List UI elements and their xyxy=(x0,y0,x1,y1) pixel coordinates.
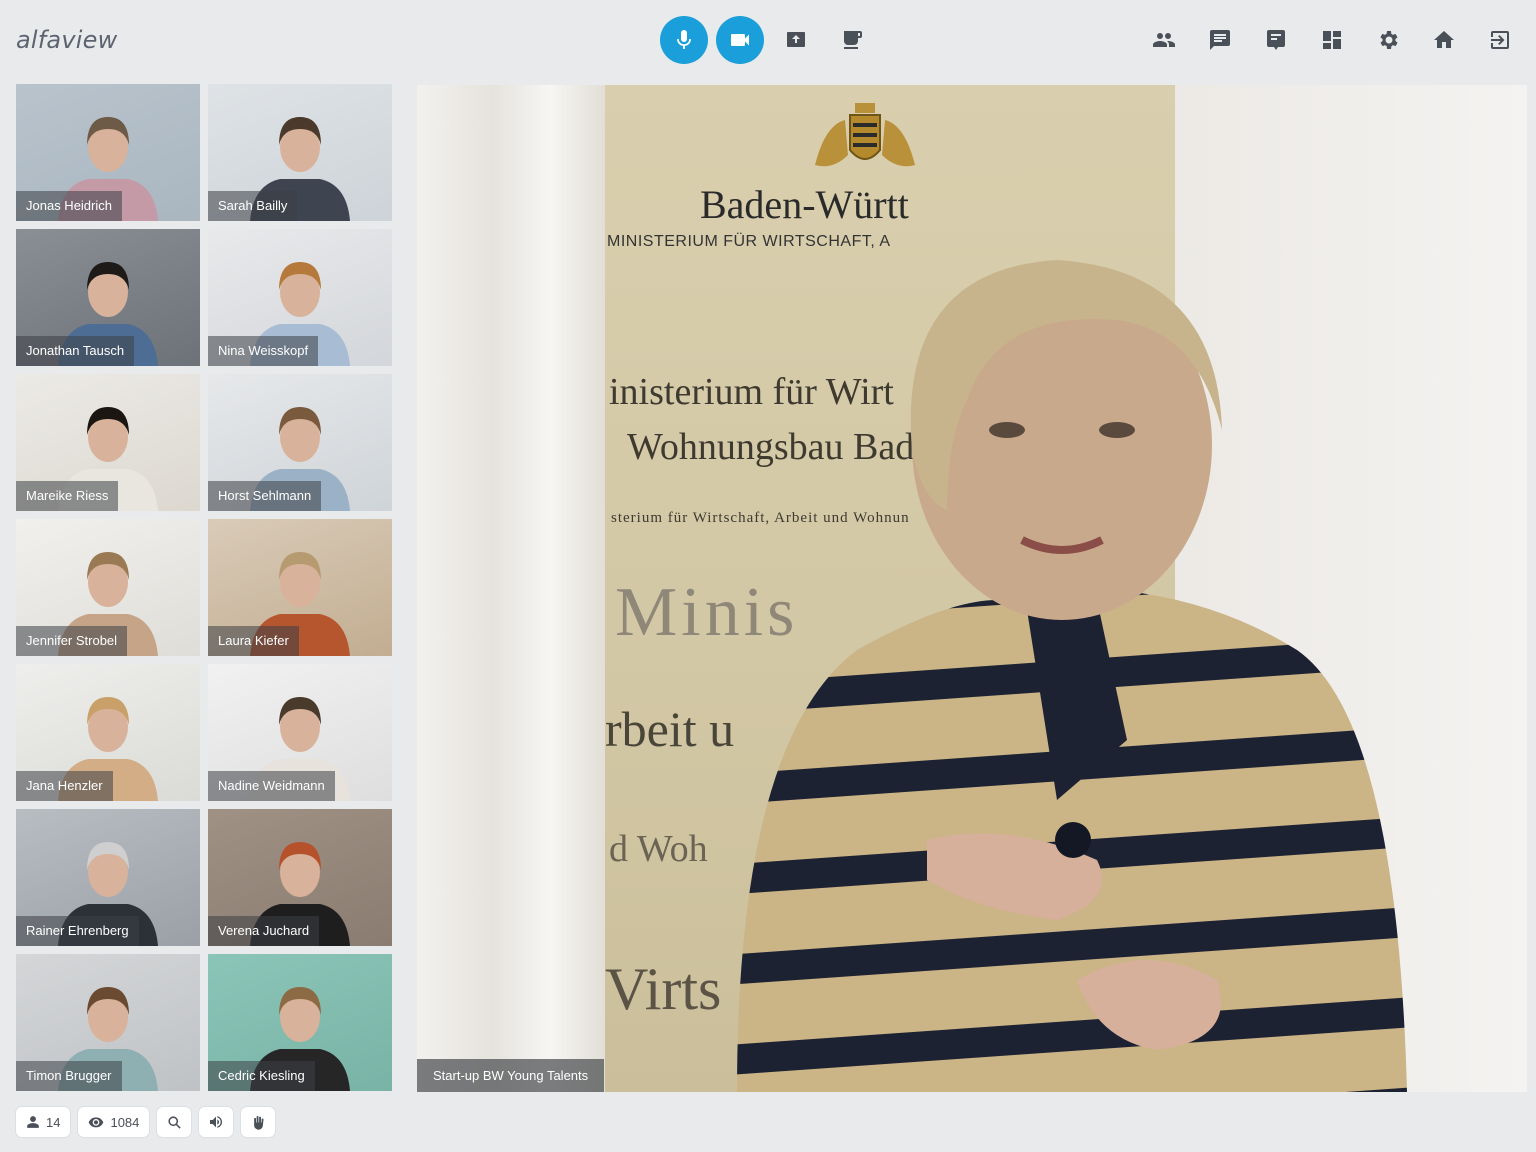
status-bar: 14 1084 xyxy=(16,1107,276,1137)
exit-button[interactable] xyxy=(1476,16,1524,64)
microphone-toggle-button[interactable] xyxy=(660,16,708,64)
participant-name: Jonas Heidrich xyxy=(16,191,122,221)
participant-name: Sarah Bailly xyxy=(208,191,298,221)
participant-name: Nadine Weidmann xyxy=(208,771,335,801)
raise-hand-icon xyxy=(254,1115,264,1130)
speaker-figure xyxy=(737,260,1407,1092)
participant-tile[interactable]: Jonas Heidrich xyxy=(16,84,200,221)
chat-icon xyxy=(1210,30,1230,50)
participant-grid: Jonas Heidrich Sarah Bailly Jonathan Tausc… xyxy=(16,84,394,1091)
participant-tile[interactable]: Jennifer Strobel xyxy=(16,519,200,656)
media-controls xyxy=(660,16,876,64)
participant-tile[interactable]: Cedric Kiesling xyxy=(208,954,392,1091)
search-button[interactable] xyxy=(157,1107,192,1137)
home-button[interactable] xyxy=(1420,16,1468,64)
coffee-break-button[interactable] xyxy=(828,16,876,64)
curtain-backdrop xyxy=(417,85,607,1092)
participant-name: Jana Henzler xyxy=(16,771,113,801)
viewer-count: 1084 xyxy=(110,1114,140,1130)
viewer-count-button[interactable]: 1084 xyxy=(78,1107,150,1137)
search-icon xyxy=(168,1115,181,1129)
participant-tile[interactable]: Sarah Bailly xyxy=(208,84,392,221)
participant-tile[interactable]: Verena Juchard xyxy=(208,809,392,946)
participant-name: Cedric Kiesling xyxy=(208,1061,315,1091)
layout-grid-icon xyxy=(1323,31,1341,49)
participant-count: 14 xyxy=(46,1114,61,1130)
coffee-break-icon xyxy=(844,31,862,49)
participant-name: Verena Juchard xyxy=(208,916,320,946)
chat-button[interactable] xyxy=(1196,16,1244,64)
participant-tile[interactable]: Mareike Riess xyxy=(16,374,200,511)
person-icon xyxy=(27,1116,39,1128)
participant-tile[interactable]: Timon Brugger xyxy=(16,954,200,1091)
speaker-volume-icon xyxy=(210,1116,223,1128)
exit-icon xyxy=(1491,31,1509,49)
coat-of-arms-icon xyxy=(815,103,915,167)
participant-tile[interactable]: Laura Kiefer xyxy=(208,519,392,656)
layout-button[interactable] xyxy=(1308,16,1356,64)
raise-hand-button[interactable] xyxy=(241,1107,276,1137)
home-icon xyxy=(1434,31,1454,48)
app-menu xyxy=(1140,16,1524,64)
audio-button[interactable] xyxy=(199,1107,234,1137)
participant-name: Jonathan Tausch xyxy=(16,336,135,366)
participant-name: Mareike Riess xyxy=(16,481,119,511)
settings-button[interactable] xyxy=(1364,16,1412,64)
main-video-stage[interactable]: Baden-Württ MINISTERIUM FÜR WIRTSCHAFT, … xyxy=(417,85,1527,1092)
app-logo: alfaview xyxy=(16,26,118,54)
main-video-label: Start-up BW Young Talents xyxy=(417,1059,605,1092)
participant-name: Laura Kiefer xyxy=(208,626,299,656)
participant-name: Timon Brugger xyxy=(16,1061,122,1091)
participant-name: Rainer Ehrenberg xyxy=(16,916,139,946)
banner-line-6: d Woh xyxy=(609,828,708,870)
settings-gear-icon xyxy=(1380,31,1398,49)
participant-name: Horst Sehlmann xyxy=(208,481,322,511)
participants-icon xyxy=(1153,33,1175,47)
whiteboard-button[interactable] xyxy=(1252,16,1300,64)
video-camera-icon xyxy=(731,34,749,46)
participant-tile[interactable]: Nina Weisskopf xyxy=(208,229,392,366)
participants-button[interactable] xyxy=(1140,16,1188,64)
participant-tile[interactable]: Horst Sehlmann xyxy=(208,374,392,511)
participant-tile[interactable]: Rainer Ehrenberg xyxy=(16,809,200,946)
participant-tile[interactable]: Jonathan Tausch xyxy=(16,229,200,366)
participant-name: Nina Weisskopf xyxy=(208,336,319,366)
microphone-icon xyxy=(677,30,691,49)
participant-tile[interactable]: Jana Henzler xyxy=(16,664,200,801)
eye-icon xyxy=(89,1117,104,1128)
camera-toggle-button[interactable] xyxy=(716,16,764,64)
whiteboard-icon xyxy=(1267,30,1285,50)
screen-share-button[interactable] xyxy=(772,16,820,64)
participant-tile[interactable]: Nadine Weidmann xyxy=(208,664,392,801)
participant-count-button[interactable]: 14 xyxy=(16,1107,71,1137)
screen-share-icon xyxy=(787,32,805,47)
participant-name: Jennifer Strobel xyxy=(16,626,128,656)
